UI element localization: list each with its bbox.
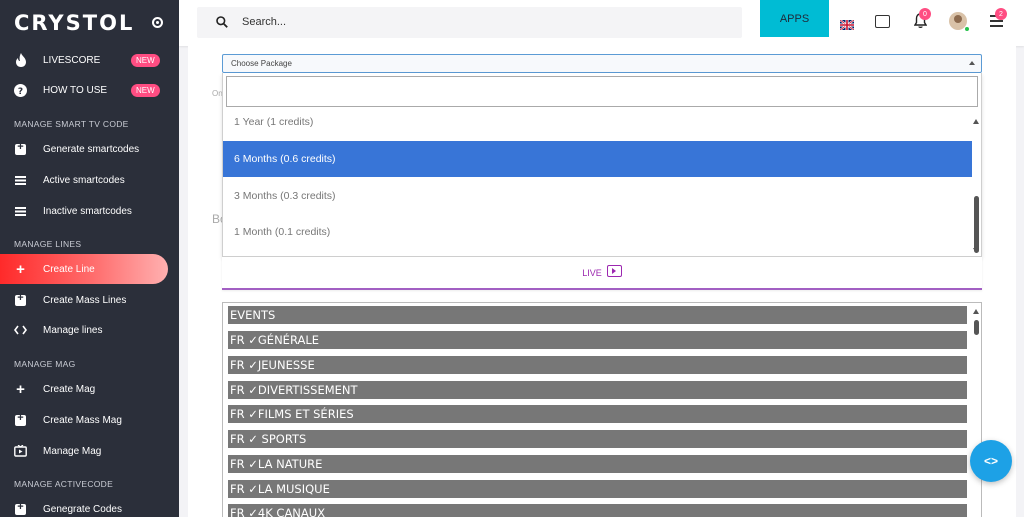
sidebar-item-label: Manage lines xyxy=(43,324,103,336)
sidebar-item-label: Inactive smartcodes xyxy=(43,205,132,217)
sidebar-item-label: Active smartcodes xyxy=(43,174,125,186)
sidebar-item-label: LIVESCORE xyxy=(43,54,101,66)
bouquet-item[interactable]: FR ✓DIVERTISSEMENT xyxy=(228,381,967,399)
fire-icon xyxy=(14,53,27,67)
scroll-down-icon[interactable] xyxy=(973,248,979,253)
plus-icon: + xyxy=(16,380,25,398)
sidebar-item-livescore[interactable]: LIVESCORE NEW xyxy=(0,45,168,75)
sidebar-item-manage-mag[interactable]: Manage Mag xyxy=(0,436,168,466)
sidebar-toggle-icon[interactable] xyxy=(152,17,163,28)
section-title-lines: MANAGE LINES xyxy=(14,239,82,249)
package-dropdown: 1 Year (1 credits) 6 Months (0.6 credits… xyxy=(222,73,982,257)
bouquet-item[interactable]: FR ✓LA MUSIQUE xyxy=(228,480,967,498)
bouquet-item[interactable]: FR ✓LA NATURE xyxy=(228,455,967,473)
sidebar: CRYSTOL LIVESCORE NEW ? HOW TO USE NEW M… xyxy=(0,0,179,517)
bouquet-item[interactable]: FR ✓ SPORTS xyxy=(228,430,967,448)
search-input[interactable] xyxy=(242,12,722,32)
bouquet-list: EVENTS FR ✓GÉNÉRALE FR ✓JEUNESSE FR ✓DIV… xyxy=(222,302,982,517)
package-option[interactable]: 1 Month (0.1 credits) xyxy=(223,214,972,250)
bouquet-item[interactable]: FR ✓4K CANAUX xyxy=(228,504,967,517)
package-option[interactable]: 1 Year (1 credits) xyxy=(223,104,972,140)
tv-icon xyxy=(14,445,27,458)
bouquet-item[interactable]: FR ✓JEUNESSE xyxy=(228,356,967,374)
sidebar-item-manage-lines[interactable]: Manage lines xyxy=(0,315,168,345)
question-icon: ? xyxy=(14,83,27,97)
brand: CRYSTOL xyxy=(0,0,179,46)
sidebar-item-how-to-use[interactable]: ? HOW TO USE NEW xyxy=(0,75,168,105)
dropdown-scrollbar[interactable] xyxy=(972,109,981,256)
main-content: Choose Package On Bo 1 Year (1 credits) … xyxy=(188,46,1016,517)
apps-button[interactable]: APPS xyxy=(760,0,829,37)
package-select[interactable]: Choose Package xyxy=(222,54,982,73)
top-bar: APPS 0 2 xyxy=(179,0,1024,46)
sidebar-item-create-mass-lines[interactable]: Create Mass Lines xyxy=(0,285,168,315)
bouquet-scrollbar[interactable] xyxy=(972,303,981,517)
sidebar-item-active-smartcodes[interactable]: Active smartcodes xyxy=(0,165,168,195)
search-bar xyxy=(197,7,742,38)
menu-count-badge: 2 xyxy=(995,8,1007,20)
package-search-input[interactable] xyxy=(226,76,978,107)
sidebar-item-label: Create Mass Mag xyxy=(43,414,122,426)
package-option-selected[interactable]: 6 Months (0.6 credits) xyxy=(223,141,972,177)
package-option[interactable]: 3 Months (0.3 credits) xyxy=(223,178,972,214)
brand-logo[interactable]: CRYSTOL xyxy=(14,11,134,35)
scroll-up-icon[interactable] xyxy=(973,309,979,314)
plus-icon: + xyxy=(16,260,25,278)
code-toggle-button[interactable]: <> xyxy=(970,440,1012,482)
sidebar-item-label: Generate smartcodes xyxy=(43,143,140,155)
list-icon xyxy=(14,174,27,187)
scroll-up-icon[interactable] xyxy=(973,119,979,124)
caret-up-icon xyxy=(969,61,975,65)
uk-flag-icon[interactable] xyxy=(839,17,855,31)
live-tv-icon xyxy=(606,264,622,277)
add-square-icon xyxy=(14,141,27,156)
new-badge: NEW xyxy=(131,53,160,67)
sidebar-item-generate-codes[interactable]: Genegrate Codes xyxy=(0,494,168,517)
bouquet-item[interactable]: FR ✓FILMS ET SÉRIES xyxy=(228,405,967,423)
list-icon xyxy=(14,205,27,218)
tab-live-label: LIVE xyxy=(582,267,602,278)
sidebar-item-label: Create Mag xyxy=(43,383,96,395)
add-square-icon xyxy=(14,292,27,307)
package-select-value: Choose Package xyxy=(231,59,292,68)
tab-live[interactable]: LIVE xyxy=(222,257,982,290)
add-square-icon xyxy=(14,412,27,427)
section-title-activecode: MANAGE ACTIVECODE xyxy=(14,479,114,489)
scroll-thumb[interactable] xyxy=(974,196,979,253)
add-square-icon xyxy=(14,501,27,516)
scroll-thumb[interactable] xyxy=(974,320,979,335)
search-icon xyxy=(216,15,228,28)
section-title-mag: MANAGE MAG xyxy=(14,359,76,369)
fullscreen-icon[interactable] xyxy=(875,15,890,28)
sidebar-item-label: HOW TO USE xyxy=(43,84,108,96)
sidebar-item-create-mass-mag[interactable]: Create Mass Mag xyxy=(0,405,168,435)
bouquet-item[interactable]: EVENTS xyxy=(228,306,967,324)
sidebar-item-create-mag[interactable]: + Create Mag xyxy=(0,374,168,404)
bouquet-item[interactable]: FR ✓GÉNÉRALE xyxy=(228,331,967,349)
code-icon xyxy=(14,324,27,337)
sidebar-item-label: Create Mass Lines xyxy=(43,294,127,306)
notification-count-badge: 0 xyxy=(919,8,931,20)
sidebar-item-inactive-smartcodes[interactable]: Inactive smartcodes xyxy=(0,196,168,226)
section-title-smart-tv: MANAGE SMART TV CODE xyxy=(14,119,129,129)
sidebar-item-label: Genegrate Codes xyxy=(43,503,122,515)
sidebar-item-label: Manage Mag xyxy=(43,445,102,457)
new-badge: NEW xyxy=(131,83,160,97)
sidebar-item-create-line[interactable]: + Create Line xyxy=(0,254,168,284)
online-status-icon xyxy=(964,26,970,32)
sidebar-item-label: Create Line xyxy=(43,263,95,275)
svg-text:?: ? xyxy=(18,87,23,97)
sidebar-item-generate-smartcodes[interactable]: Generate smartcodes xyxy=(0,134,168,164)
